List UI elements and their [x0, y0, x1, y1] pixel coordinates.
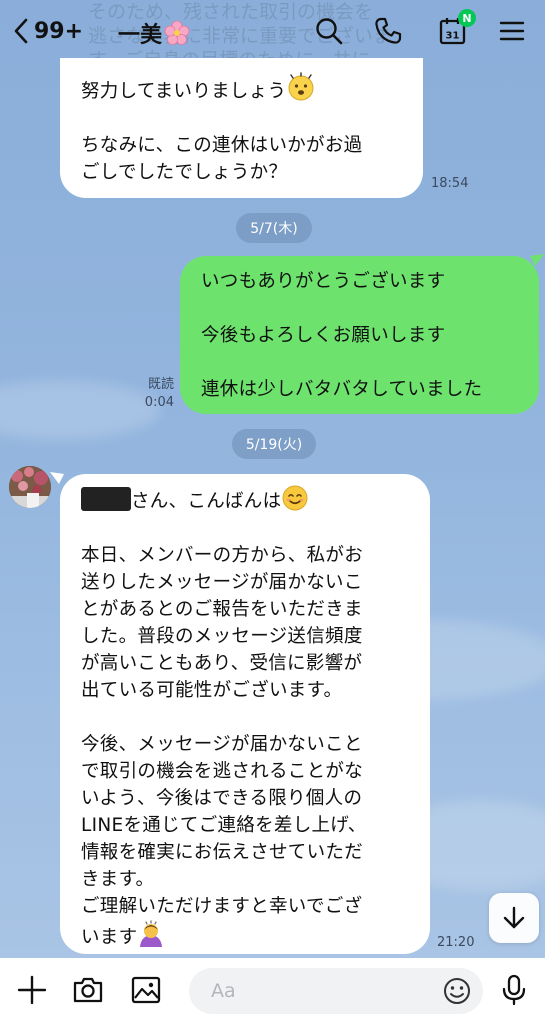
bowing-person-emoji-icon: [140, 920, 163, 947]
emoji-button[interactable]: [442, 976, 472, 1006]
room-name: 一美: [118, 23, 163, 48]
avatar[interactable]: [9, 466, 51, 508]
unread-count: 99+: [34, 18, 84, 44]
date-separator: 5/7(木): [236, 213, 312, 243]
call-button[interactable]: [371, 14, 405, 48]
profile-photo: [9, 466, 51, 508]
smiling-face-emoji-icon: [282, 485, 308, 511]
message-text: 連休は少しバタバタしていました: [201, 379, 483, 400]
image-button[interactable]: [128, 972, 164, 1008]
message-text: が高いこともあり、受信に影響が: [81, 653, 363, 674]
message-text: いつもありがとうございます: [201, 271, 446, 292]
message-text: 今後もよろしくお願いします: [201, 325, 446, 346]
message-time: 21:20: [437, 935, 475, 950]
search-icon: [316, 18, 343, 45]
camera-icon: [73, 977, 103, 1003]
arrow-down-icon: [503, 906, 525, 929]
message-text: さん、こんばんは: [131, 491, 282, 512]
calendar-button[interactable]: 31 N: [436, 9, 476, 48]
phone-icon: [375, 17, 402, 44]
incoming-message[interactable]: さん、こんばんは 本日、メンバーの方から、私がお 送りしたメッセージが届かないこ…: [60, 474, 430, 954]
search-button[interactable]: [312, 14, 346, 48]
room-title[interactable]: 一美: [118, 17, 190, 49]
message-text: きます。: [81, 869, 155, 890]
menu-icon: [499, 21, 525, 41]
menu-button[interactable]: [495, 14, 529, 48]
bubble-tail: [50, 472, 64, 484]
message-text: ごしでしたでしょうか？: [81, 162, 288, 183]
message-text: とがあるとのご報告をいただきま: [81, 599, 363, 620]
message-text: います: [81, 927, 138, 948]
read-receipt: 既読 0:04: [144, 377, 174, 410]
message-text: いよう、今後はできる限り個人の: [81, 788, 363, 809]
message-text: 努力してまいりましょう: [81, 81, 287, 102]
voice-button[interactable]: [496, 972, 532, 1008]
message-text: ご理解いただけますと幸いでござ: [81, 896, 363, 917]
mic-icon: [502, 974, 526, 1006]
message-input[interactable]: [189, 968, 483, 1014]
message-text: 本日、メンバーの方から、私がお: [81, 545, 364, 566]
bubble-tail: [530, 254, 544, 266]
message-composer: [0, 958, 545, 1024]
message-text: 送りしたメッセージが届かないこ: [81, 572, 363, 593]
scroll-to-bottom-button[interactable]: [489, 893, 539, 943]
add-button[interactable]: [14, 972, 50, 1008]
image-icon: [131, 976, 161, 1004]
redacted-name: [81, 487, 131, 511]
cherry-blossom-icon: [164, 20, 190, 45]
chevron-left-icon: [14, 18, 28, 44]
message-text: 出ている可能性がございます。: [81, 680, 343, 701]
date-separator: 5/19(火): [232, 429, 316, 459]
message-text: した。普段のメッセージ送信頻度: [81, 626, 363, 647]
message-text: LINEを通じてご連絡を差し上げ、: [81, 815, 367, 836]
outgoing-message[interactable]: いつもありがとうございます 今後もよろしくお願いします 連休は少しバタバタしてい…: [180, 256, 539, 414]
camera-button[interactable]: [70, 972, 106, 1008]
message-text: ちなみに、この連休はいかがお過: [81, 135, 363, 156]
new-badge: N: [458, 9, 476, 27]
chat-header: そのため、残された取引の機会を 逃さない為に非常に重要でございま す。ご自身の目…: [0, 0, 545, 71]
incoming-message[interactable]: 努力してまいりましょう ちなみに、この連休はいかがお過 ごしでしたでしょうか？: [60, 58, 423, 198]
message-text: 今後、メッセージが届かないこと: [81, 734, 363, 755]
plus-icon: [17, 975, 47, 1005]
smile-icon: [444, 978, 470, 1004]
message-text: で取引の機会を逃されることがな: [81, 761, 364, 782]
message-time: 18:54: [431, 176, 469, 191]
message-text: 情報を確実にお伝えさせていただ: [81, 842, 364, 863]
sparkle-face-emoji-icon: [288, 72, 314, 101]
svg-text:31: 31: [446, 31, 460, 42]
back-button[interactable]: 99+: [12, 14, 83, 48]
